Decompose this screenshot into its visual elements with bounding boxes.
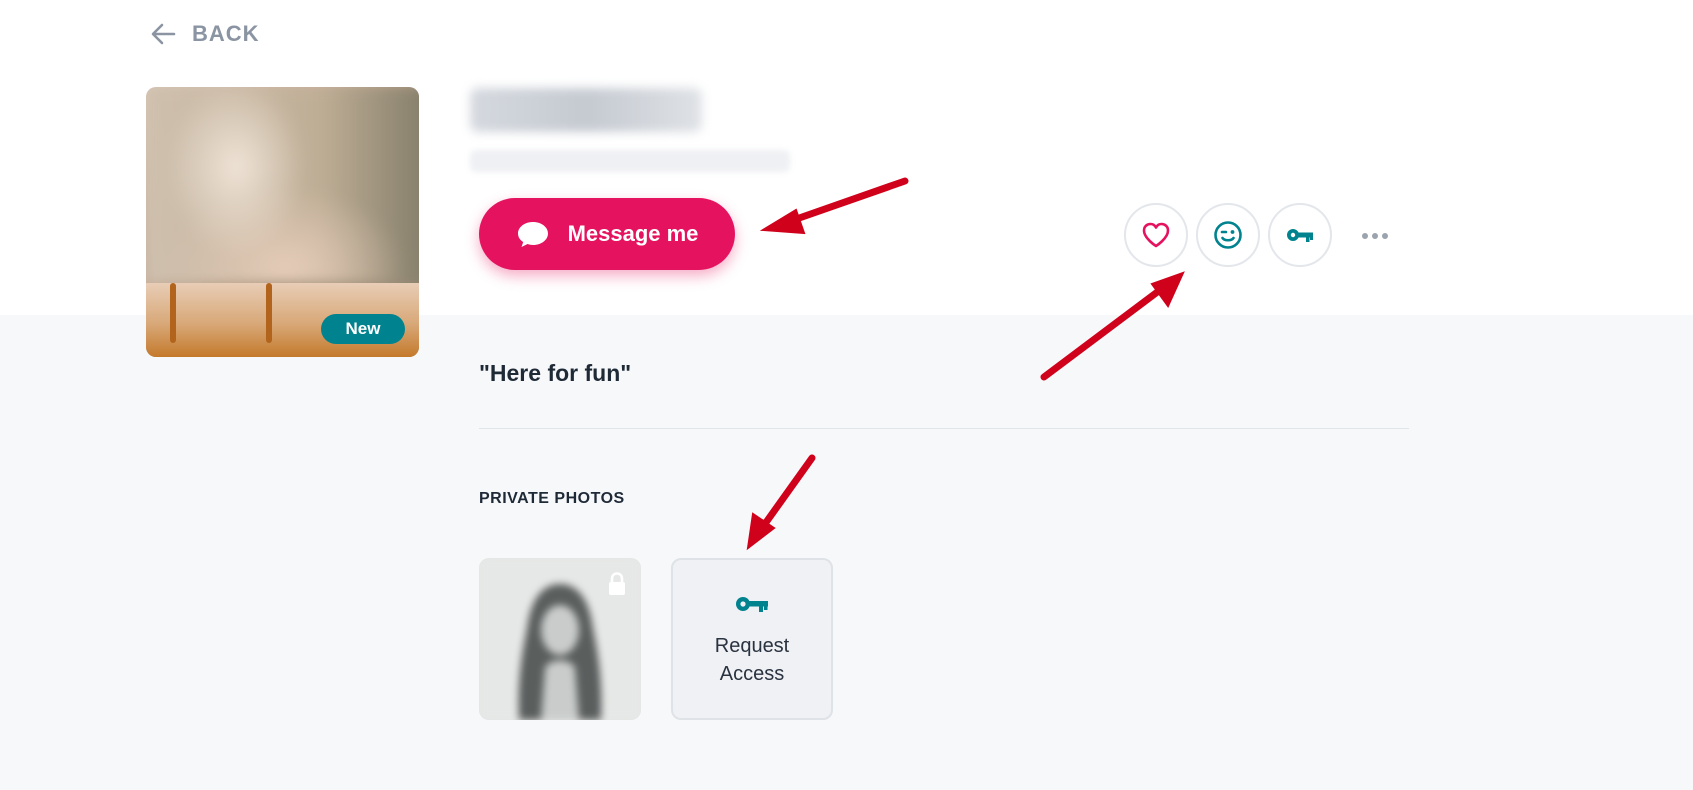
lock-icon bbox=[609, 572, 625, 595]
more-options-button[interactable] bbox=[1355, 224, 1395, 248]
private-photos-title: PRIVATE PHOTOS bbox=[479, 490, 625, 507]
divider bbox=[479, 428, 1409, 429]
back-link[interactable]: BACK bbox=[148, 18, 260, 50]
new-badge: New bbox=[321, 314, 405, 344]
request-access-label: Request Access bbox=[714, 635, 790, 685]
profile-name-redacted bbox=[470, 88, 702, 132]
wink-icon bbox=[1214, 221, 1242, 249]
content-background bbox=[0, 315, 1693, 790]
arrow-to-message-button bbox=[781, 177, 909, 227]
back-label: BACK bbox=[192, 21, 260, 46]
request-access-button[interactable]: Request Access bbox=[671, 558, 833, 720]
profile-tagline: "Here for fun" bbox=[479, 360, 632, 386]
message-me-button[interactable]: Message me bbox=[479, 198, 735, 270]
chat-bubble-icon bbox=[517, 222, 548, 247]
key-access-button[interactable] bbox=[1268, 203, 1332, 267]
key-icon bbox=[1287, 229, 1313, 242]
arrow-left-icon bbox=[151, 23, 176, 45]
favorite-button[interactable] bbox=[1124, 203, 1188, 267]
heart-icon bbox=[1142, 222, 1170, 248]
wink-button[interactable] bbox=[1196, 203, 1260, 267]
more-dots-icon bbox=[1362, 233, 1368, 239]
profile-subtitle-redacted bbox=[470, 150, 790, 172]
key-icon bbox=[736, 597, 768, 612]
message-me-label: Message me bbox=[567, 221, 699, 246]
